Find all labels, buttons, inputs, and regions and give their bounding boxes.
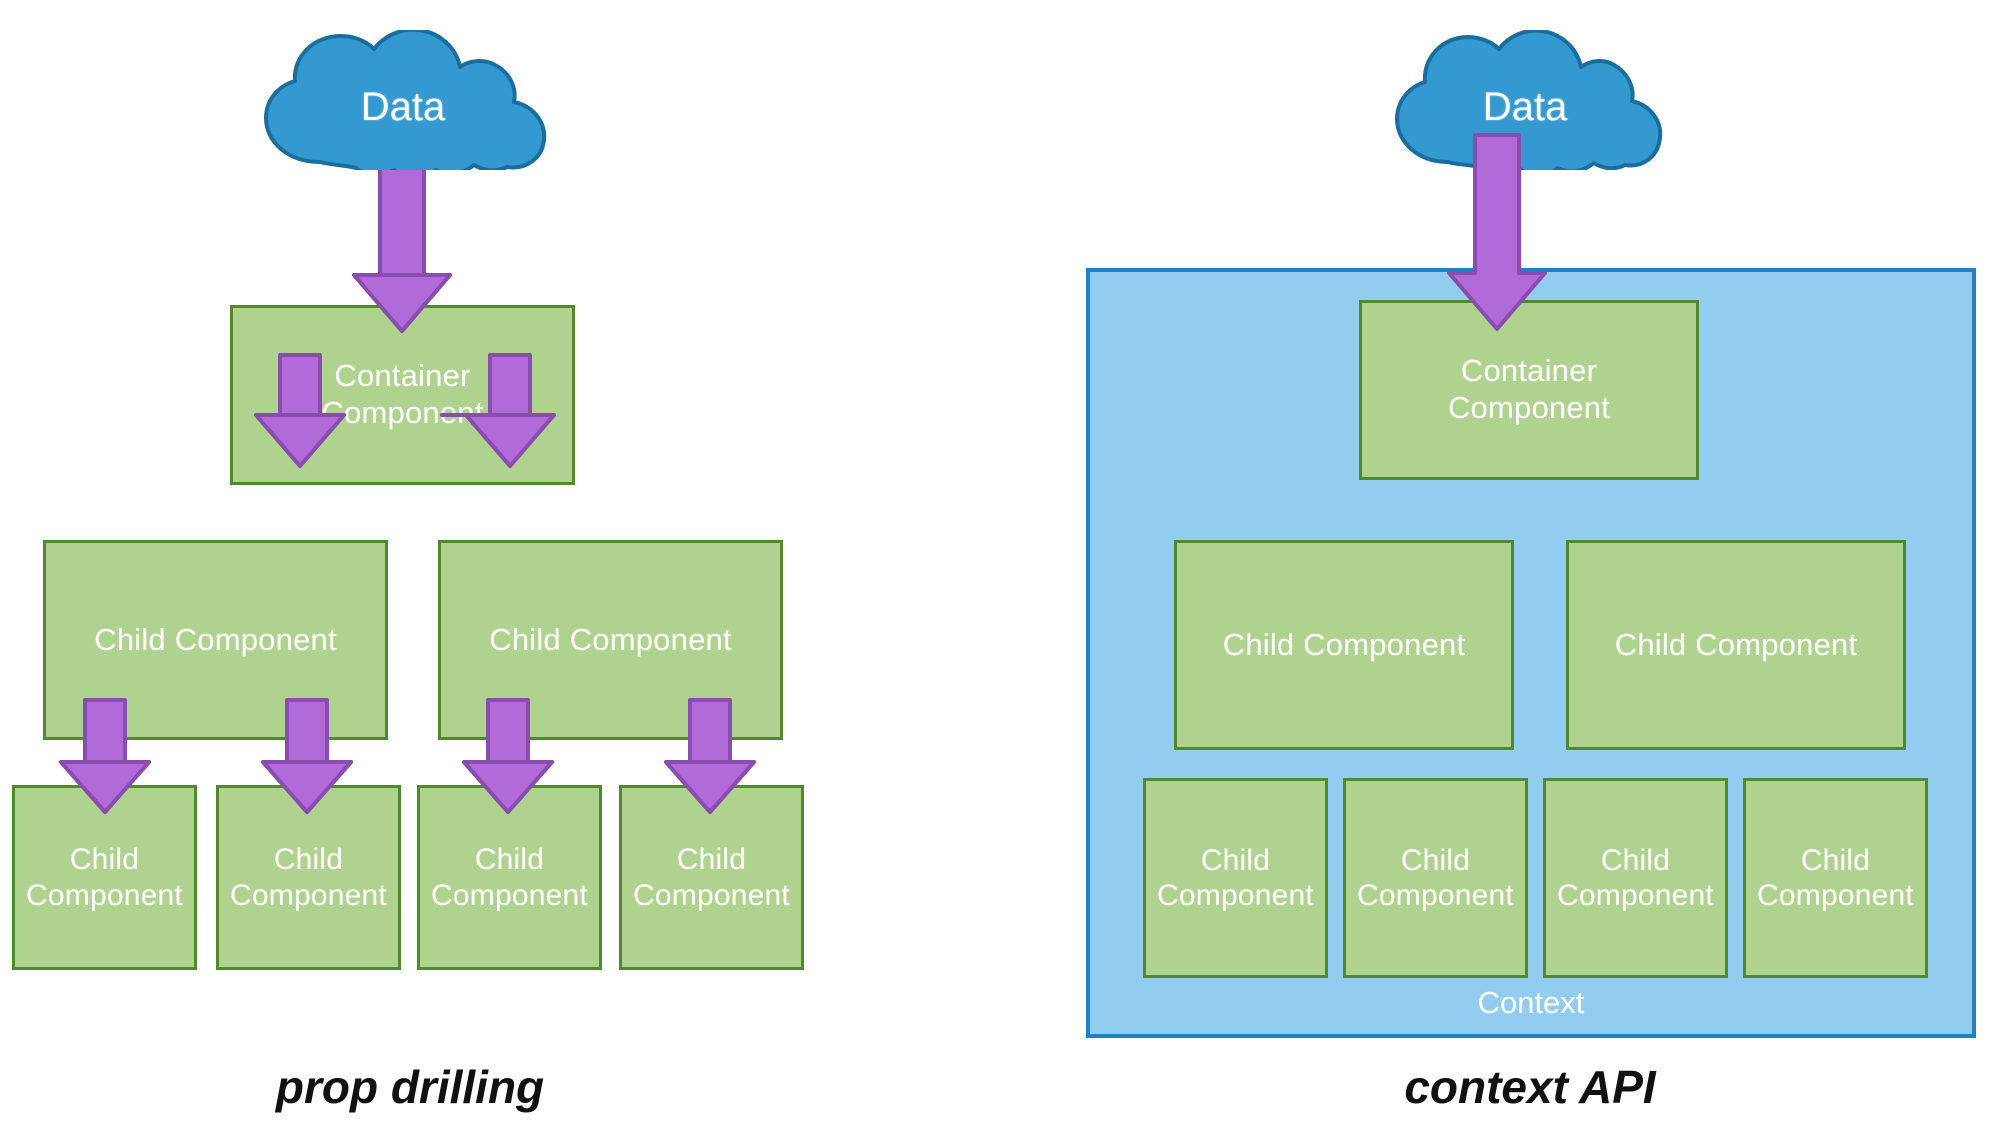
context-panel-label: Context — [1477, 985, 1585, 1020]
left-child-component-leaf-1[interactable]: Child Component — [12, 785, 197, 970]
left-child-component-mid-2[interactable]: Child Component — [438, 540, 783, 740]
left-child-component-leaf-3[interactable]: Child Component — [417, 785, 602, 970]
right-child-component-leaf-1-label: Child Component — [1157, 843, 1314, 912]
right-container-component[interactable]: Container Component — [1359, 300, 1699, 480]
right-child-component-leaf-3[interactable]: Child Component — [1543, 778, 1728, 978]
right-child-component-mid-1-label: Child Component — [1222, 626, 1466, 662]
cloud-label: Data — [1482, 85, 1568, 129]
right-child-component-leaf-2-label: Child Component — [1357, 843, 1514, 912]
left-container-component-label: Container Component — [321, 358, 484, 430]
right-child-component-leaf-4[interactable]: Child Component — [1743, 778, 1928, 978]
right-child-component-leaf-2[interactable]: Child Component — [1343, 778, 1528, 978]
diagram-canvas: Data Container Component Child Component… — [0, 0, 2000, 1143]
right-child-component-mid-2-label: Child Component — [1614, 626, 1858, 662]
left-child-component-leaf-4-label: Child Component — [633, 843, 790, 912]
arrow-data-to-container — [352, 138, 452, 333]
right-panel-caption: context API — [1404, 1061, 1656, 1113]
left-child-component-leaf-2[interactable]: Child Component — [216, 785, 401, 970]
left-child-component-leaf-3-label: Child Component — [431, 843, 588, 912]
cloud-label: Data — [360, 85, 446, 129]
left-child-component-leaf-1-label: Child Component — [26, 843, 183, 912]
right-child-component-mid-2[interactable]: Child Component — [1566, 540, 1906, 750]
right-child-component-leaf-1[interactable]: Child Component — [1143, 778, 1328, 978]
left-container-component[interactable]: Container Component — [230, 305, 575, 485]
left-child-component-mid-2-label: Child Component — [489, 621, 732, 657]
left-child-component-leaf-2-label: Child Component — [230, 843, 387, 912]
right-container-component-label: Container Component — [1447, 353, 1611, 425]
left-child-component-mid-1[interactable]: Child Component — [43, 540, 388, 740]
right-child-component-leaf-4-label: Child Component — [1757, 843, 1914, 912]
left-child-component-leaf-4[interactable]: Child Component — [619, 785, 804, 970]
right-child-component-leaf-3-label: Child Component — [1557, 843, 1714, 912]
left-child-component-mid-1-label: Child Component — [94, 621, 337, 657]
right-child-component-mid-1[interactable]: Child Component — [1174, 540, 1514, 750]
left-panel-caption: prop drilling — [275, 1061, 545, 1113]
